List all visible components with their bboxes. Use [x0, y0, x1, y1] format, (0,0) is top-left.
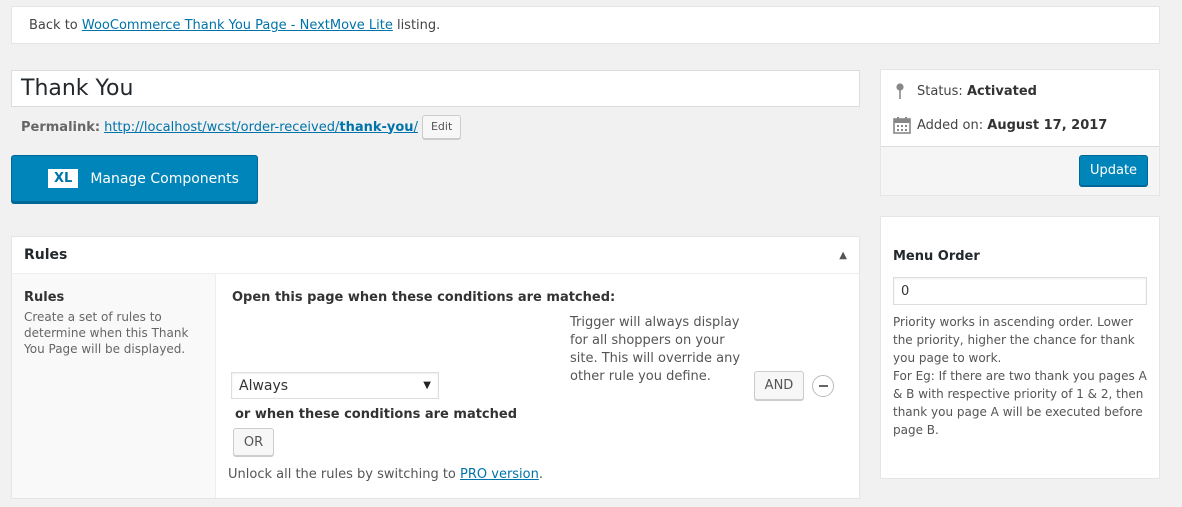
manage-components-button[interactable]: XL Manage Components: [11, 155, 258, 202]
title-input[interactable]: Thank You: [11, 70, 860, 107]
rules-side-desc: Create a set of rules to determine when …: [24, 310, 189, 356]
added-value: August 17, 2017: [987, 117, 1108, 133]
caret-up-icon[interactable]: ▲: [839, 250, 847, 261]
permalink-label: Permalink:: [21, 119, 101, 135]
back-link[interactable]: WooCommerce Thank You Page - NextMove Li…: [82, 18, 393, 33]
pin-icon: [896, 83, 904, 99]
update-button[interactable]: Update: [1079, 155, 1148, 186]
menu-order-help: Priority works in ascending order. Lower…: [893, 315, 1147, 437]
or-conditions-title: or when these conditions are matched: [235, 407, 518, 422]
menu-order-title: Menu Order: [893, 249, 980, 264]
rules-side-title: Rules: [24, 290, 65, 305]
back-suffix: listing.: [392, 18, 441, 33]
permalink-edit-button[interactable]: Edit: [421, 115, 462, 139]
calendar-icon: [893, 117, 911, 134]
or-button[interactable]: OR: [233, 428, 274, 456]
rules-panel: Rules ▲ Rules Create a set of rules to d…: [11, 236, 860, 499]
rule-select-value: Always: [239, 377, 289, 394]
rule-select[interactable]: Always ▼: [231, 372, 439, 399]
permalink: Permalink: http://localhost/wcst/order-r…: [21, 115, 462, 139]
title-value: Thank You: [21, 76, 134, 101]
pro-version-link[interactable]: PRO version: [460, 467, 539, 482]
minus-circle-icon[interactable]: [812, 375, 834, 397]
rules-header-title: Rules: [24, 247, 68, 263]
back-prefix: Back to: [29, 18, 82, 33]
and-button[interactable]: AND: [754, 371, 804, 400]
manage-components-label: Manage Components: [90, 170, 239, 187]
trigger-description: Trigger will always display for all shop…: [570, 315, 741, 384]
rules-header[interactable]: Rules ▲: [12, 237, 859, 274]
added-row: Added on: August 17, 2017: [893, 116, 1107, 134]
menu-order-box: Menu Order 0 Priority works in ascending…: [880, 216, 1160, 479]
rules-main: Open this page when these conditions are…: [216, 274, 859, 498]
status-value: Activated: [966, 83, 1037, 99]
back-bar: Back to WooCommerce Thank You Page - Nex…: [11, 6, 1160, 44]
dropdown-arrow-icon: ▼: [423, 380, 431, 391]
conditions-title: Open this page when these conditions are…: [232, 290, 616, 305]
permalink-link[interactable]: http://localhost/wcst/order-received/tha…: [104, 120, 418, 135]
rules-sidebar: Rules Create a set of rules to determine…: [12, 274, 216, 498]
xl-badge: XL: [48, 169, 79, 188]
status-row: Status: Activated: [893, 82, 1037, 100]
unlock-text: Unlock all the rules by switching to PRO…: [228, 467, 544, 482]
menu-order-input[interactable]: 0: [893, 277, 1147, 305]
publish-box: Status: Activated Added on: August 17, 2…: [880, 69, 1160, 196]
